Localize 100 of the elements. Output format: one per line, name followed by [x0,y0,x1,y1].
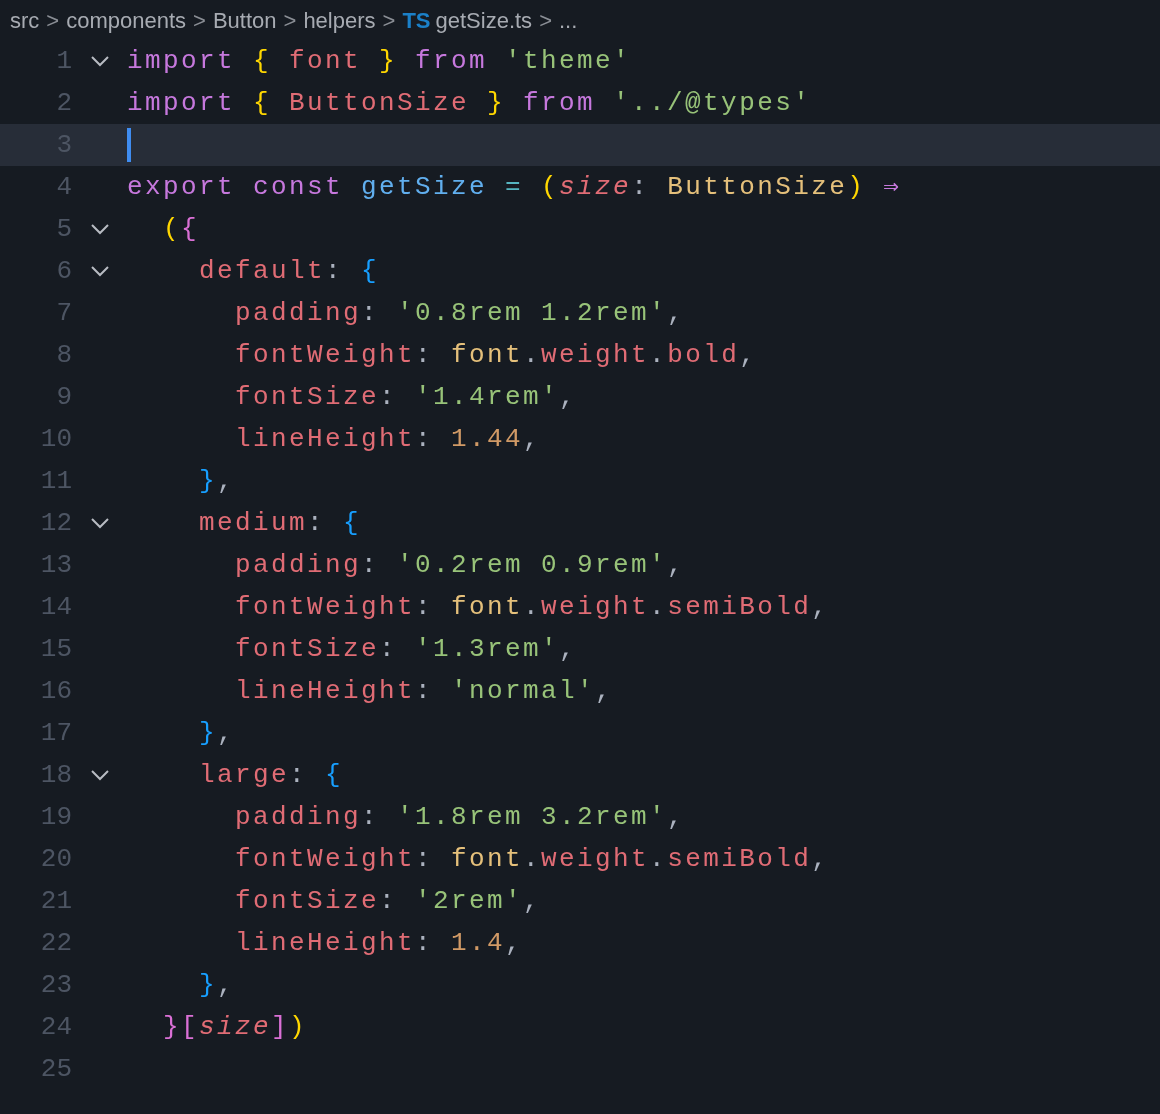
code-token: semiBold [667,590,812,624]
fold-chevron-icon[interactable] [89,517,110,529]
code-token: '2rem' [415,884,524,918]
code-token: font [451,590,524,624]
code-token: : [379,884,399,918]
code-token: , [217,968,236,1002]
code-token: font [451,338,524,372]
code-token: lineHeight [234,674,416,708]
code-token: , [667,548,686,582]
line-number: 16 [39,674,72,708]
breadcrumb-item[interactable]: helpers [303,3,376,37]
code-token: , [505,926,524,960]
code-token: '1.4rem' [415,380,560,414]
code-token: { [253,44,273,78]
line-number: 4 [55,170,72,204]
code-token: 'normal' [451,674,596,708]
code-token: '1.3rem' [415,632,560,666]
breadcrumb-item[interactable]: src [10,3,40,37]
code-token: fontWeight [234,590,416,624]
code-token: , [667,296,686,330]
line-number: 25 [39,1052,72,1086]
code-token: ( [541,170,560,204]
line-number: 22 [39,926,72,960]
code-token: '1.8rem 3.2rem' [397,800,668,834]
code-token: : [307,506,327,540]
code-token: '../@types' [613,86,812,120]
code-token: : [379,380,399,414]
code-token: . [649,590,668,624]
code-token: lineHeight [234,926,416,960]
code-token: : [289,758,309,792]
code-token: ( [162,212,181,246]
code-token: }[ [162,1010,199,1044]
code-token: getSize [361,170,489,204]
code-token: { [325,758,344,792]
breadcrumb-separator: > [46,6,60,35]
code-token: : [631,170,651,204]
code-token: weight [541,842,650,876]
breadcrumb-separator: > [382,6,396,35]
code-token: padding [234,296,362,330]
code-token: : [361,548,381,582]
line-number: 11 [39,464,72,498]
fold-chevron-icon[interactable] [89,265,110,277]
line-number: 24 [39,1010,72,1044]
text-cursor [127,128,131,162]
code-token: padding [234,548,362,582]
code-token: 1.4 [451,926,506,960]
breadcrumb-item[interactable]: components [66,3,187,37]
code-token: from [523,86,597,120]
code-token: , [559,380,578,414]
line-number: 14 [39,590,72,624]
line-number: 2 [55,86,72,120]
code-token: . [523,338,542,372]
line-number: 19 [39,800,72,834]
code-token: . [523,590,542,624]
code-token: '0.8rem 1.2rem' [397,296,668,330]
code-token: , [811,842,830,876]
code-token: : [379,632,399,666]
breadcrumb-item[interactable]: ... [559,3,578,37]
line-number: 20 [39,842,72,876]
code-token: : [415,338,435,372]
code-token: large [198,758,290,792]
code-token: font [289,44,363,78]
code-token: ButtonSize [667,170,848,204]
line-number: 9 [55,380,72,414]
code-token: ) [289,1010,308,1044]
code-token: medium [198,506,308,540]
code-token: = [505,170,525,204]
code-token: : [415,926,435,960]
code-token: , [595,674,614,708]
code-token: : [415,590,435,624]
code-token: : [415,842,435,876]
fold-chevron-icon[interactable] [89,769,110,781]
code-token: , [523,422,542,456]
breadcrumb-separator: > [193,6,206,35]
breadcrumb-separator: > [539,6,552,35]
code-token: import [127,44,236,78]
file-type-label: TS [402,6,431,35]
code-token: { [343,506,362,540]
line-number: 5 [55,212,72,246]
line-number: 18 [39,758,72,792]
code-token: weight [541,338,650,372]
breadcrumb-item[interactable]: getSize.ts [435,3,533,37]
code-token: bold [667,338,740,372]
code-token: ⇒ [883,170,902,204]
breadcrumb-item[interactable]: Button [212,3,277,37]
code-token: , [811,590,830,624]
code-token: : [325,254,345,288]
code-token: : [415,422,435,456]
code-token: '0.2rem 0.9rem' [397,548,668,582]
fold-chevron-icon[interactable] [89,55,110,67]
line-number: 6 [55,254,72,288]
code-token: . [649,338,668,372]
code-token: size [559,170,632,204]
code-token: : [361,296,381,330]
code-token: } [198,716,217,750]
code-token: , [523,884,542,918]
fold-chevron-icon[interactable] [89,223,110,235]
code-token: fontSize [234,884,380,918]
line-number: 10 [39,422,72,456]
line-number: 7 [55,296,72,330]
